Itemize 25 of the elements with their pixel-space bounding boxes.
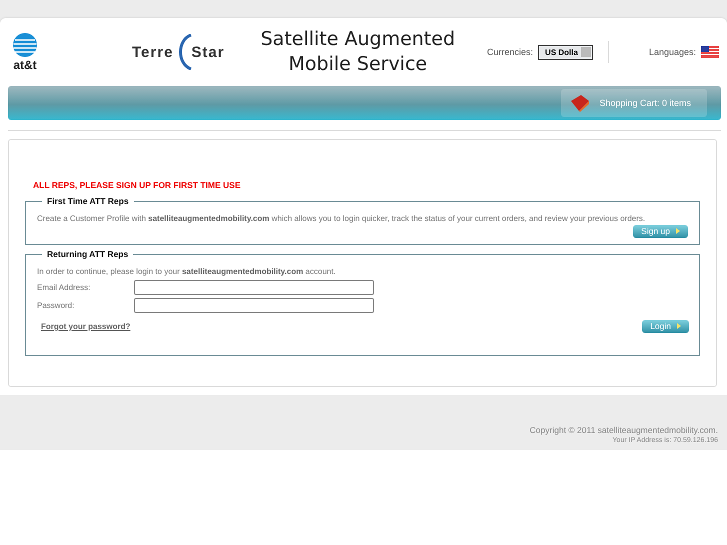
- att-logo: at&t: [10, 32, 40, 72]
- shopping-cart-button[interactable]: Shopping Cart: 0 items: [561, 89, 707, 117]
- currency-select[interactable]: US Dolla: [538, 44, 593, 60]
- terrestar-logo: Terre Star: [132, 34, 225, 70]
- section-title: First Time ATT Reps: [46, 196, 130, 206]
- sign-up-button[interactable]: Sign up: [633, 225, 688, 238]
- input-field[interactable]: [134, 280, 374, 294]
- description-text: In order to continue, please login to your satelliteaugmentedmobility.com account.: [37, 267, 337, 276]
- login-button[interactable]: Login: [642, 320, 689, 333]
- cart-box-icon: [569, 93, 592, 113]
- field-label: Password:: [37, 300, 76, 310]
- currencies-label: Currencies:: [487, 47, 534, 57]
- notice-text: ALL REPS, PLEASE SIGN UP FOR FIRST TIME USE: [33, 180, 242, 190]
- site-title: Satellite Augmented Mobile Service: [260, 27, 456, 77]
- arrow-icon: [677, 323, 681, 329]
- section-title: Returning ATT Reps: [46, 249, 130, 259]
- forgot-password-link[interactable]: Forgot your password?: [41, 322, 130, 331]
- arrow-icon: [676, 228, 680, 234]
- languages-label: Languages:: [648, 47, 696, 57]
- description-text: Create a Customer Profile with satelliteaugmentedmobility.com which allows you to login quicker, track the status of your current orders, and review your previous orders.: [37, 214, 646, 223]
- globe-icon: [12, 32, 38, 58]
- input-field[interactable]: [134, 298, 374, 312]
- field-label: Email Address:: [37, 282, 92, 292]
- copyright-text: Copyright © 2011 satelliteaugmentedmobility.com.: [530, 425, 718, 435]
- flag-icon[interactable]: [701, 46, 719, 58]
